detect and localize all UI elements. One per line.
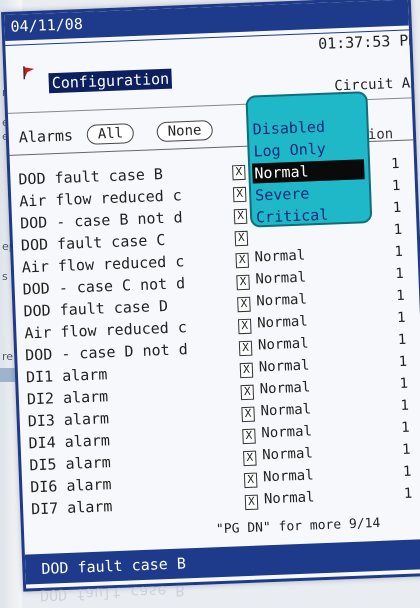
- severity-dropdown[interactable]: Disabled Log Only Normal Severe Critical: [245, 91, 373, 228]
- action-value: 1: [390, 155, 400, 173]
- action-value: 1: [401, 441, 411, 459]
- status-text: DOD fault case B: [41, 554, 187, 578]
- alarm-checkbox[interactable]: X: [241, 406, 255, 423]
- alarm-checkbox[interactable]: X: [238, 340, 253, 357]
- severity-value[interactable]: Normal: [264, 489, 315, 507]
- alarm-checkbox[interactable]: X: [233, 208, 248, 225]
- severity-value[interactable]: Normal: [262, 445, 313, 463]
- option-normal[interactable]: Normal: [252, 159, 365, 184]
- option-log-only[interactable]: Log Only: [251, 137, 364, 161]
- severity-value[interactable]: Normal: [259, 379, 310, 397]
- status-bar: DOD fault case B: [24, 539, 420, 585]
- page-hint: "PG DN" for more 9/14: [215, 515, 381, 538]
- alarms-label: Alarms: [18, 126, 74, 147]
- severity-value[interactable]: Normal: [257, 314, 308, 332]
- device-screen: 04/11/08 01:37:53 PM Configuration Circu…: [1, 0, 420, 592]
- alarm-checkbox[interactable]: X: [232, 164, 246, 181]
- background-text: s: [2, 270, 8, 283]
- alarm-name: DOD fault case B: [18, 164, 164, 189]
- severity-value[interactable]: Normal: [254, 248, 305, 266]
- alarm-checkbox[interactable]: X: [244, 494, 259, 511]
- action-value: 1: [395, 265, 405, 283]
- alarm-checkbox[interactable]: X: [237, 318, 252, 335]
- action-value: 1: [397, 331, 407, 349]
- action-value: 1: [396, 309, 406, 327]
- option-disabled[interactable]: Disabled: [250, 115, 363, 139]
- alarm-checkbox[interactable]: X: [232, 186, 247, 203]
- severity-value[interactable]: Normal: [259, 358, 310, 376]
- action-value: 1: [395, 287, 405, 305]
- action-value: 1: [393, 221, 403, 239]
- alarm-checkbox[interactable]: X: [234, 230, 249, 247]
- severity-value[interactable]: Normal: [256, 292, 307, 310]
- action-value: 1: [399, 375, 409, 393]
- alarm-checkbox[interactable]: X: [243, 450, 257, 467]
- alarm-checkbox[interactable]: X: [235, 252, 250, 269]
- action-value: 1: [402, 463, 412, 480]
- action-value: 1: [403, 485, 413, 502]
- alarm-checkbox[interactable]: X: [240, 384, 255, 401]
- severity-value[interactable]: Normal: [261, 423, 312, 441]
- action-value: 1: [400, 419, 411, 437]
- none-button[interactable]: None: [156, 120, 213, 143]
- option-severe[interactable]: Severe: [253, 181, 366, 205]
- severity-value[interactable]: Normal: [255, 270, 306, 288]
- severity-value[interactable]: Normal: [260, 401, 311, 419]
- flag-icon: [23, 66, 35, 80]
- alarm-checkbox[interactable]: X: [237, 296, 251, 313]
- severity-value[interactable]: Normal: [258, 336, 309, 354]
- screen-reflection: DOD fault case B: [39, 581, 185, 605]
- alarm-checkbox[interactable]: X: [242, 428, 256, 445]
- action-value: 1: [391, 177, 401, 195]
- action-value: 1: [392, 199, 402, 217]
- page-title: Configuration: [48, 68, 173, 94]
- alarm-checkbox[interactable]: X: [236, 274, 250, 291]
- severity-value[interactable]: Normal: [263, 467, 314, 485]
- all-button[interactable]: All: [86, 123, 135, 145]
- time-label: 01:37:53 PM: [317, 31, 418, 53]
- action-value: 1: [400, 397, 410, 415]
- date-label: 04/11/08: [10, 14, 84, 36]
- action-value: 1: [398, 353, 408, 371]
- option-critical[interactable]: Critical: [254, 203, 367, 227]
- alarm-checkbox[interactable]: X: [243, 472, 258, 489]
- action-value: 1: [394, 243, 404, 261]
- alarm-checkbox[interactable]: X: [239, 362, 254, 379]
- background-text: re: [2, 350, 14, 363]
